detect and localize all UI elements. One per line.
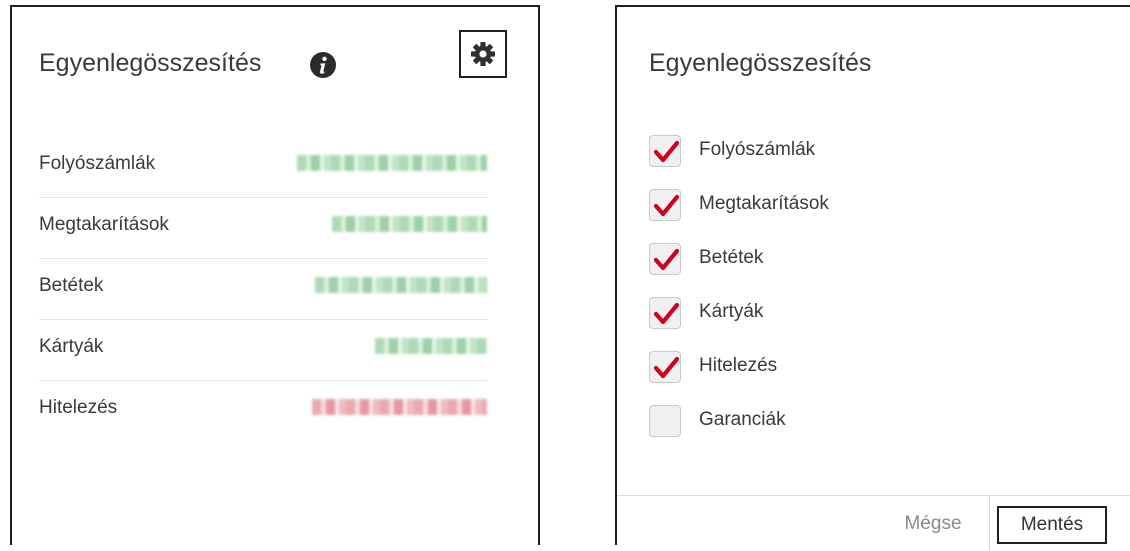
blurred-amount <box>297 155 487 171</box>
summary-row: Folyószámlák <box>39 137 487 198</box>
summary-row-label: Betétek <box>39 275 104 296</box>
checkbox[interactable] <box>649 135 681 167</box>
option-hitelezes[interactable]: Hitelezés <box>649 348 1049 402</box>
option-label: Megtakarítások <box>699 193 829 214</box>
option-label: Betétek <box>699 247 764 268</box>
checkmark-icon <box>653 356 680 379</box>
info-icon[interactable] <box>308 50 338 80</box>
blurred-amount <box>375 338 487 354</box>
option-label: Folyószámlák <box>699 139 816 160</box>
panel-title: Egyenlegösszesítés <box>39 49 262 77</box>
blurred-amount <box>332 216 487 232</box>
save-button[interactable]: Mentés <box>997 506 1107 544</box>
checkmark-icon <box>653 140 680 163</box>
checkmark-icon <box>653 302 680 325</box>
checkbox[interactable] <box>649 243 681 275</box>
cancel-button[interactable]: Mégse <box>885 506 981 542</box>
option-betetek[interactable]: Betétek <box>649 240 1049 294</box>
summary-row-label: Hitelezés <box>39 397 118 418</box>
blurred-amount <box>315 277 487 293</box>
checkbox[interactable] <box>649 351 681 383</box>
checkbox[interactable] <box>649 189 681 221</box>
divider <box>989 496 990 551</box>
checkbox[interactable] <box>649 297 681 329</box>
summary-row: Kártyák <box>39 320 487 381</box>
summary-row-label: Megtakarítások <box>39 214 169 235</box>
summary-row-label: Folyószámlák <box>39 153 156 174</box>
option-garanciak[interactable]: Garanciák <box>649 402 1049 456</box>
panel-footer: Mégse Mentés <box>617 495 1130 551</box>
checkmark-icon <box>653 248 680 271</box>
panel-title: Egyenlegösszesítés <box>649 49 872 77</box>
option-label: Kártyák <box>699 301 764 322</box>
balance-summary-panel: Egyenlegösszesítés Folyószámlák Megtakar… <box>10 5 540 545</box>
summary-settings-panel: Egyenlegösszesítés Folyószámlák Megtakar… <box>615 5 1130 551</box>
summary-row: Betétek <box>39 259 487 320</box>
summary-row: Hitelezés <box>39 381 487 441</box>
summary-list: Folyószámlák Megtakarítások Betétek Kárt… <box>39 137 487 441</box>
option-label: Garanciák <box>699 409 786 430</box>
blurred-amount <box>312 399 487 415</box>
summary-row: Megtakarítások <box>39 198 487 259</box>
checkmark-icon <box>653 194 680 217</box>
summary-row-label: Kártyák <box>39 336 104 357</box>
option-label: Hitelezés <box>699 355 778 376</box>
option-megtakaritasok[interactable]: Megtakarítások <box>649 186 1049 240</box>
checkbox[interactable] <box>649 405 681 437</box>
option-list: Folyószámlák Megtakarítások Betétek Kárt… <box>649 132 1049 456</box>
gear-icon <box>470 41 496 67</box>
option-kartyak[interactable]: Kártyák <box>649 294 1049 348</box>
settings-button[interactable] <box>459 30 507 78</box>
option-folyoszamlak[interactable]: Folyószámlák <box>649 132 1049 186</box>
